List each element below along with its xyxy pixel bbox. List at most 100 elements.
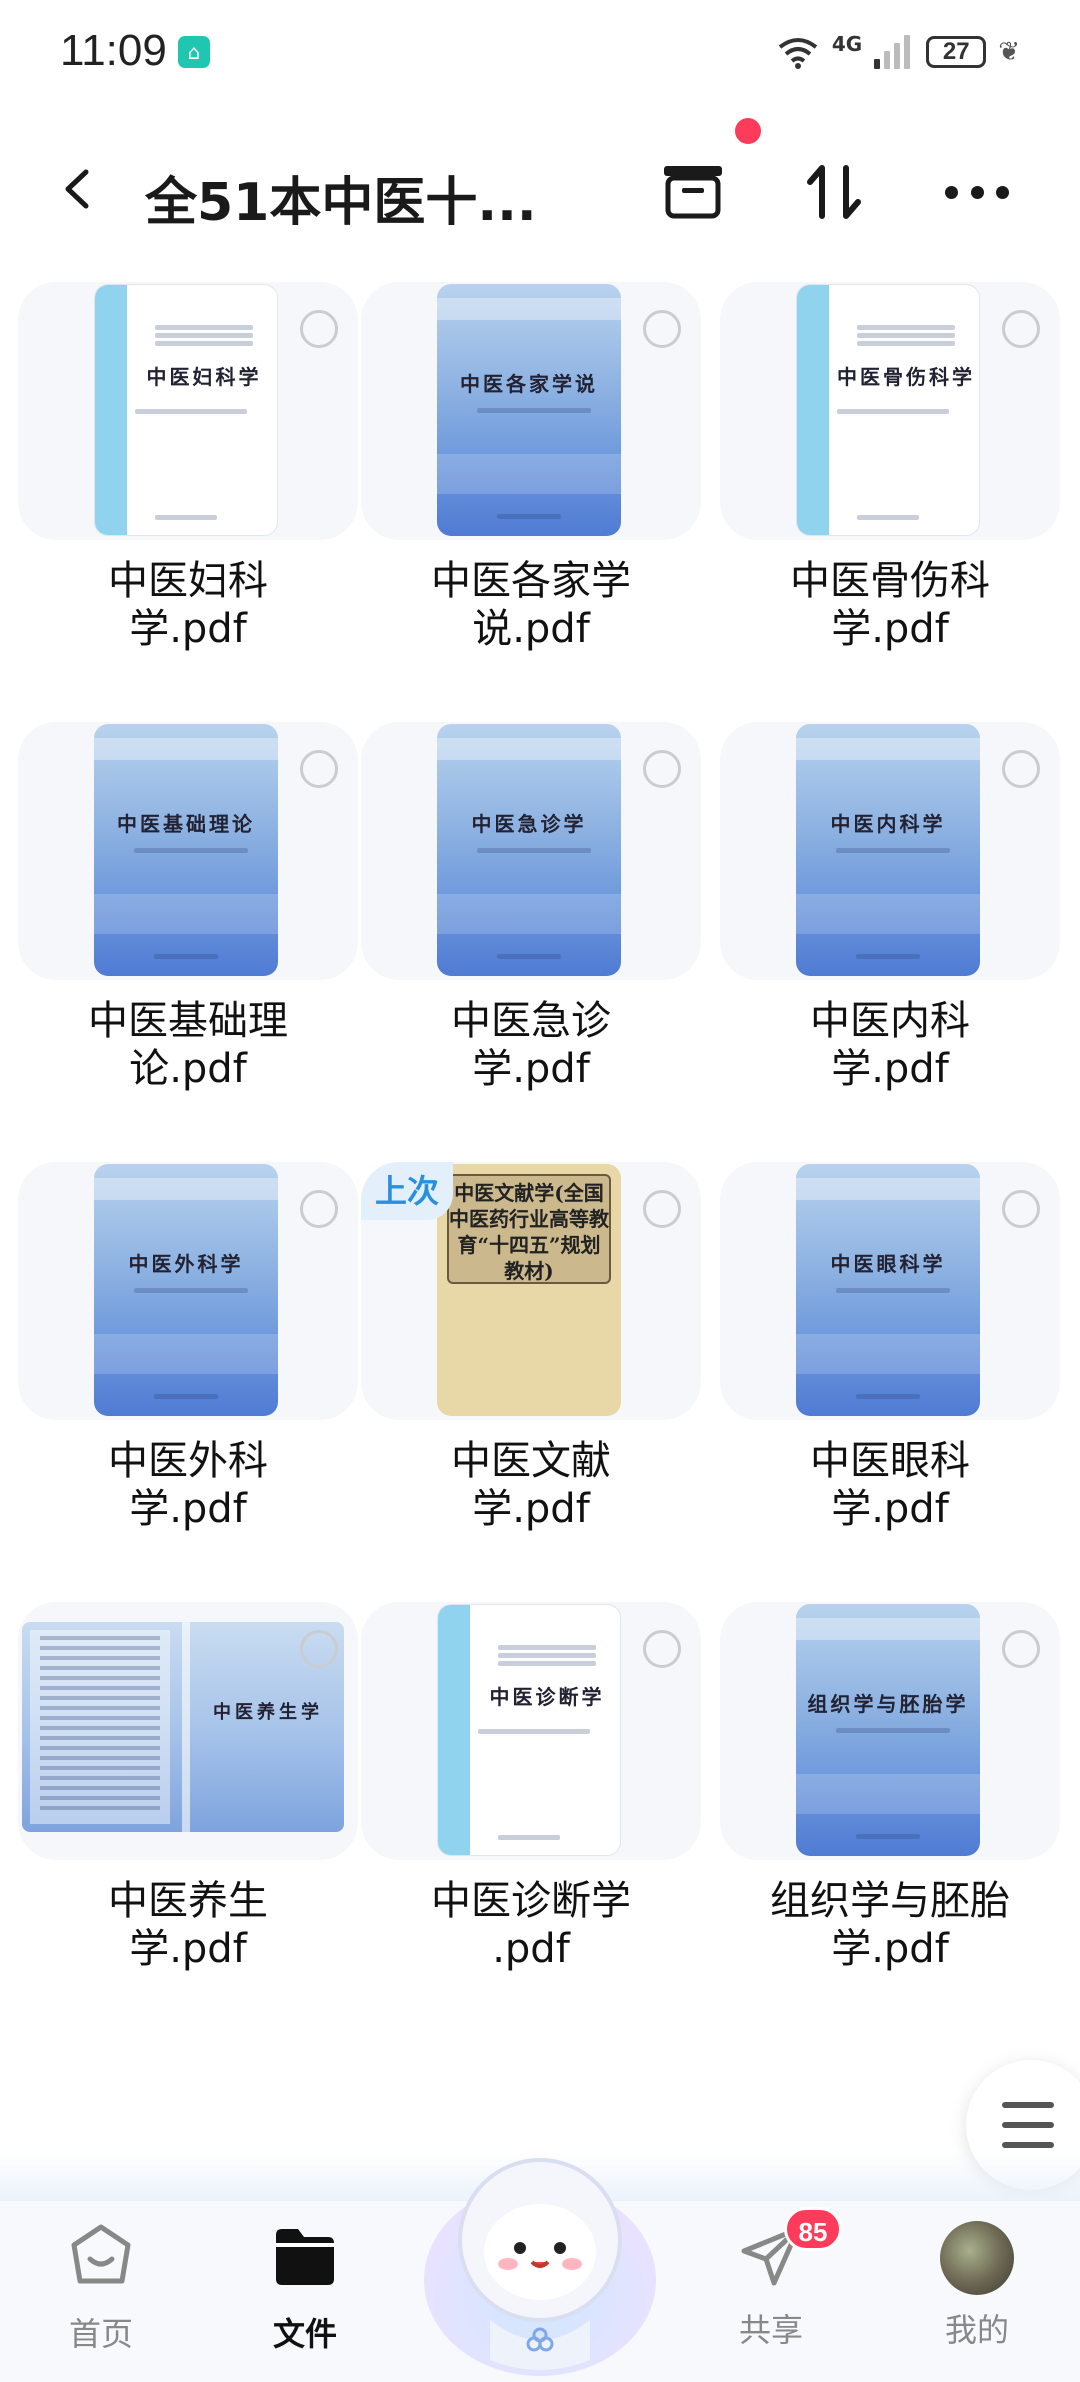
mascot-assistant-icon[interactable] (420, 2130, 660, 2382)
book-cover: 中医妇科学 (94, 284, 278, 536)
avatar (940, 2221, 1014, 2295)
share-badge: 85 (784, 2207, 842, 2251)
page-title: 全51本中医十... (145, 173, 537, 233)
status-time: 11:09 (60, 26, 167, 75)
select-checkbox[interactable] (300, 1630, 338, 1668)
file-name: 中医外科 学.pdf (108, 1438, 268, 1532)
file-card[interactable]: 中医内科学中医内科 学.pdf (720, 722, 1060, 1142)
cover-title: 组织学与胚胎学 (807, 1692, 969, 1716)
file-thumbnail[interactable]: 中医各家学说 (361, 282, 701, 540)
last-opened-tag: 上次 (361, 1162, 453, 1220)
file-card[interactable]: 中医急诊学中医急诊 学.pdf (361, 722, 701, 1142)
cover-title: 中医诊断学 (489, 1685, 605, 1709)
select-checkbox[interactable] (643, 750, 681, 788)
file-card[interactable]: 中医文献学(全国中医药行业高等教育“十四五”规划教材) 上次中医文献 学.pdf (361, 1162, 701, 1582)
header: 全51本中医十... (0, 130, 1080, 250)
file-name: 中医妇科 学.pdf (108, 558, 268, 652)
home-app-icon: ⌂ (178, 36, 210, 68)
book-cover: 中医内科学 (796, 724, 980, 976)
book-cover: 中医骨伤科学 (796, 284, 980, 536)
file-name: 中医急诊 学.pdf (451, 998, 611, 1092)
file-thumbnail[interactable]: 中医文献学(全国中医药行业高等教育“十四五”规划教材) 上次 (361, 1162, 701, 1420)
nav-files[interactable]: 文件 (230, 2221, 380, 2361)
file-card[interactable]: 中医养生学中医养生 学.pdf (18, 1602, 358, 2022)
battery-icon: 27 (926, 36, 987, 68)
status-indicators: 4G 27 ❦ (776, 30, 1020, 74)
wifi-icon (778, 38, 818, 69)
network-type: 4G (831, 32, 863, 56)
book-cover: 中医养生学 (22, 1622, 344, 1832)
file-thumbnail[interactable]: 组织学与胚胎学 (720, 1602, 1060, 1860)
nav-mine-label: 我的 (944, 2311, 1009, 2349)
file-name: 中医养生 学.pdf (108, 1878, 268, 1972)
more-icon[interactable] (945, 186, 1009, 200)
cover-title: 中医骨伤科学 (837, 365, 975, 389)
home-icon (71, 2224, 131, 2284)
file-card[interactable]: 中医基础理论中医基础理 论.pdf (18, 722, 358, 1142)
archive-icon[interactable] (660, 162, 726, 220)
book-cover: 中医急诊学 (437, 724, 621, 976)
select-checkbox[interactable] (300, 750, 338, 788)
select-checkbox[interactable] (643, 1190, 681, 1228)
leaf-icon: ❦ (998, 37, 1020, 67)
file-name: 组织学与胚胎 学.pdf (770, 1878, 1010, 1972)
cover-title: 中医养生学 (213, 1702, 323, 1723)
cover-title: 中医各家学说 (460, 372, 598, 396)
file-card[interactable]: 中医外科学中医外科 学.pdf (18, 1162, 358, 1582)
book-cover: 中医基础理论 (94, 724, 278, 976)
book-cover: 中医眼科学 (796, 1164, 980, 1416)
file-thumbnail[interactable]: 中医眼科学 (720, 1162, 1060, 1420)
select-checkbox[interactable] (1002, 1190, 1040, 1228)
book-cover: 中医诊断学 (437, 1604, 621, 1856)
notification-dot (735, 118, 761, 144)
nav-mine[interactable]: 我的 (902, 2221, 1052, 2361)
select-checkbox[interactable] (643, 310, 681, 348)
file-card[interactable]: 中医诊断学 中医诊断学 .pdf (361, 1602, 701, 2022)
cover-title: 中医外科学 (128, 1252, 244, 1276)
select-checkbox[interactable] (1002, 750, 1040, 788)
file-card[interactable]: 中医骨伤科学中医骨伤科 学.pdf (720, 282, 1060, 702)
file-card[interactable]: 组织学与胚胎学组织学与胚胎 学.pdf (720, 1602, 1060, 2022)
file-card[interactable]: 中医妇科学中医妇科 学.pdf (18, 282, 358, 702)
cover-title: 中医内科学 (830, 812, 946, 836)
nav-share-label: 共享 (738, 2311, 803, 2349)
file-name: 中医基础理 论.pdf (88, 998, 288, 1092)
select-checkbox[interactable] (300, 1190, 338, 1228)
nav-files-label: 文件 (272, 2315, 337, 2353)
sort-icon[interactable] (802, 160, 866, 224)
select-checkbox[interactable] (1002, 1630, 1040, 1668)
nav-home-label: 首页 (68, 2315, 133, 2353)
select-checkbox[interactable] (643, 1630, 681, 1668)
book-cover: 中医文献学(全国中医药行业高等教育“十四五”规划教材) (437, 1164, 621, 1416)
cover-title: 中医妇科学 (146, 365, 262, 389)
file-thumbnail[interactable]: 中医养生学 (18, 1602, 358, 1860)
send-icon: 85 (736, 2207, 842, 2291)
file-name: 中医各家学 说.pdf (431, 558, 631, 652)
select-checkbox[interactable] (300, 310, 338, 348)
signal-icon (874, 35, 914, 69)
book-cover: 中医各家学说 (437, 284, 621, 536)
file-thumbnail[interactable]: 中医诊断学 (361, 1602, 701, 1860)
file-thumbnail[interactable]: 中医急诊学 (361, 722, 701, 980)
file-thumbnail[interactable]: 中医基础理论 (18, 722, 358, 980)
file-card[interactable]: 中医各家学说中医各家学 说.pdf (361, 282, 701, 702)
select-checkbox[interactable] (1002, 310, 1040, 348)
cover-title: 中医基础理论 (117, 812, 255, 836)
file-name: 中医骨伤科 学.pdf (790, 558, 990, 652)
cover-title: 中医文献学(全国中医药行业高等教育“十四五”规划教材) (447, 1174, 611, 1284)
file-name: 中医眼科 学.pdf (810, 1438, 970, 1532)
file-card[interactable]: 中医眼科学中医眼科 学.pdf (720, 1162, 1060, 1582)
nav-share[interactable]: 85 共享 (696, 2207, 846, 2361)
cover-title: 中医眼科学 (830, 1252, 946, 1276)
file-name: 中医文献 学.pdf (451, 1438, 611, 1532)
book-cover: 中医外科学 (94, 1164, 278, 1416)
file-thumbnail[interactable]: 中医外科学 (18, 1162, 358, 1420)
book-cover: 组织学与胚胎学 (796, 1604, 980, 1856)
file-name: 中医内科 学.pdf (810, 998, 970, 1092)
nav-home[interactable]: 首页 (26, 2221, 176, 2361)
status-bar: 11:09 ⌂ 4G 27 ❦ (0, 0, 1080, 110)
file-thumbnail[interactable]: 中医内科学 (720, 722, 1060, 980)
file-thumbnail[interactable]: 中医妇科学 (18, 282, 358, 540)
back-icon[interactable] (56, 166, 102, 212)
file-thumbnail[interactable]: 中医骨伤科学 (720, 282, 1060, 540)
